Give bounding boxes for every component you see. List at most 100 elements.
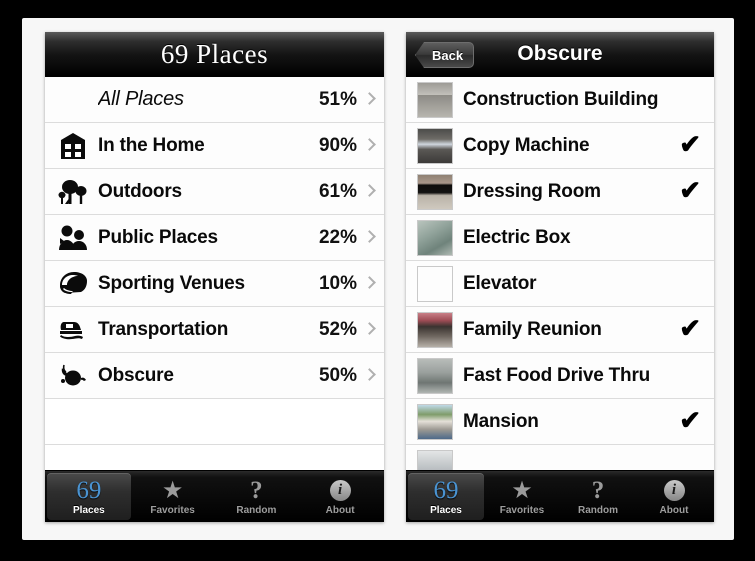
tab-label: Places [73, 504, 105, 516]
list-item-label: Sporting Venues [98, 272, 245, 294]
list-item-sporting-venues[interactable]: Sporting Venues 10% [45, 261, 384, 307]
chevron-right-icon [364, 137, 375, 154]
list-item-obscure[interactable]: Obscure 50% [45, 353, 384, 399]
tab-label: Favorites [499, 504, 545, 516]
list-item-label: Elevator [463, 272, 537, 294]
info-icon: i [329, 478, 351, 504]
list-item-label: Fast Food Drive Thru [463, 364, 651, 386]
tab-favorites[interactable]: ★ Favorites [131, 473, 215, 520]
trees-icon [56, 176, 90, 208]
question-icon: ? [591, 477, 605, 504]
list-item-percent: 51% [318, 88, 357, 110]
tab-about[interactable]: i About [636, 473, 712, 520]
right-phone-screen: Back Obscure Construction Building Copy … [406, 32, 714, 522]
tab-label: About [659, 504, 689, 516]
list-item-dressing-room[interactable]: Dressing Room ✔ [406, 169, 714, 215]
list-item-empty [45, 399, 384, 445]
list-item-outdoors[interactable]: Outdoors 61% [45, 169, 384, 215]
tab-label: Places [430, 504, 462, 516]
right-nav-title: Obscure [517, 42, 603, 65]
list-item-label: Electric Box [463, 226, 571, 248]
tab-random[interactable]: ? Random [215, 473, 299, 520]
checkmark-icon: ✔ [679, 312, 701, 343]
back-button[interactable]: Back [415, 42, 475, 68]
right-tab-bar: 69 Places ★ Favorites ? Random i About [406, 470, 714, 522]
list-item-in-the-home[interactable]: In the Home 90% [45, 123, 384, 169]
chevron-right-icon [364, 275, 375, 292]
list-item-all-places[interactable]: All Places 51% [45, 77, 384, 123]
obscure-icon [56, 360, 90, 392]
back-button-label: Back [432, 47, 464, 63]
list-item-percent: 22% [318, 226, 357, 248]
no-icon [56, 84, 90, 116]
list-item-label: Copy Machine [463, 134, 590, 156]
list-item-elevator[interactable]: Elevator [406, 261, 714, 307]
list-item-label: Dressing Room [463, 180, 601, 202]
list-item-label: In the Home [98, 134, 205, 156]
list-item-percent: 90% [318, 134, 357, 156]
info-icon: i [663, 478, 685, 504]
checkmark-icon: ✔ [679, 174, 701, 205]
list-item-label: Transportation [98, 318, 229, 340]
place-thumbnail [417, 357, 453, 394]
place-thumbnail [417, 81, 453, 118]
place-thumbnail [417, 219, 453, 256]
chevron-right-icon [364, 91, 375, 108]
tab-random[interactable]: ? Random [560, 473, 636, 520]
football-helmet-icon [56, 268, 90, 300]
list-item-percent: 52% [318, 318, 357, 340]
tab-about[interactable]: i About [298, 473, 382, 520]
tab-label: Favorites [150, 504, 195, 516]
left-nav-title: 69 Places [160, 38, 269, 69]
star-icon: ★ [511, 476, 533, 504]
place-thumbnail [417, 265, 453, 302]
question-icon: ? [250, 477, 263, 504]
list-item-construction-building[interactable]: Construction Building [406, 77, 714, 123]
list-item-family-reunion[interactable]: Family Reunion ✔ [406, 307, 714, 353]
list-item-mansion[interactable]: Mansion ✔ [406, 399, 714, 445]
list-item-percent: 10% [318, 272, 357, 294]
list-item-public-places[interactable]: Public Places 22% [45, 215, 384, 261]
list-item-label: Outdoors [98, 180, 182, 202]
place-thumbnail [417, 311, 453, 348]
tab-favorites[interactable]: ★ Favorites [484, 473, 560, 520]
left-phone-screen: 69 Places All Places 51% In the Home 90%… [45, 32, 384, 522]
house-icon [56, 130, 90, 162]
list-item-label: Public Places [98, 226, 218, 248]
list-item-partial[interactable] [406, 445, 714, 470]
list-item-electric-box[interactable]: Electric Box [406, 215, 714, 261]
chevron-right-icon [364, 321, 375, 338]
list-item-label: Construction Building [463, 88, 659, 110]
places-category-list[interactable]: All Places 51% In the Home 90% Outdoors … [45, 77, 384, 470]
tab-label: Random [236, 504, 277, 516]
place-thumbnail [417, 127, 453, 164]
tab-label: About [325, 504, 355, 516]
places-69-icon: 69 [76, 477, 102, 504]
list-item-percent: 50% [318, 364, 357, 386]
car-icon [56, 314, 90, 346]
place-thumbnail [417, 403, 453, 440]
place-thumbnail [417, 173, 453, 210]
places-69-icon: 69 [433, 477, 459, 504]
star-icon: ★ [161, 476, 184, 504]
list-item-label: All Places [98, 88, 184, 110]
left-tab-bar: 69 Places ★ Favorites ? Random i About [45, 470, 384, 522]
list-item-label: Obscure [98, 364, 174, 386]
place-thumbnail [417, 449, 453, 470]
list-item-transportation[interactable]: Transportation 52% [45, 307, 384, 353]
tab-places[interactable]: 69 Places [408, 473, 484, 520]
list-item-copy-machine[interactable]: Copy Machine ✔ [406, 123, 714, 169]
tab-places[interactable]: 69 Places [47, 473, 131, 520]
list-item-percent: 61% [318, 180, 357, 202]
chevron-right-icon [364, 367, 375, 384]
tab-label: Random [578, 504, 618, 516]
left-navbar: 69 Places [45, 32, 384, 77]
right-navbar: Back Obscure [406, 32, 714, 77]
list-item-label: Family Reunion [463, 318, 602, 340]
list-item-fast-food-drive-thru[interactable]: Fast Food Drive Thru [406, 353, 714, 399]
checkmark-icon: ✔ [679, 404, 701, 435]
obscure-place-list[interactable]: Construction Building Copy Machine ✔ Dre… [406, 77, 714, 470]
people-icon [56, 222, 90, 254]
list-item-empty [45, 445, 384, 470]
checkmark-icon: ✔ [679, 128, 701, 159]
